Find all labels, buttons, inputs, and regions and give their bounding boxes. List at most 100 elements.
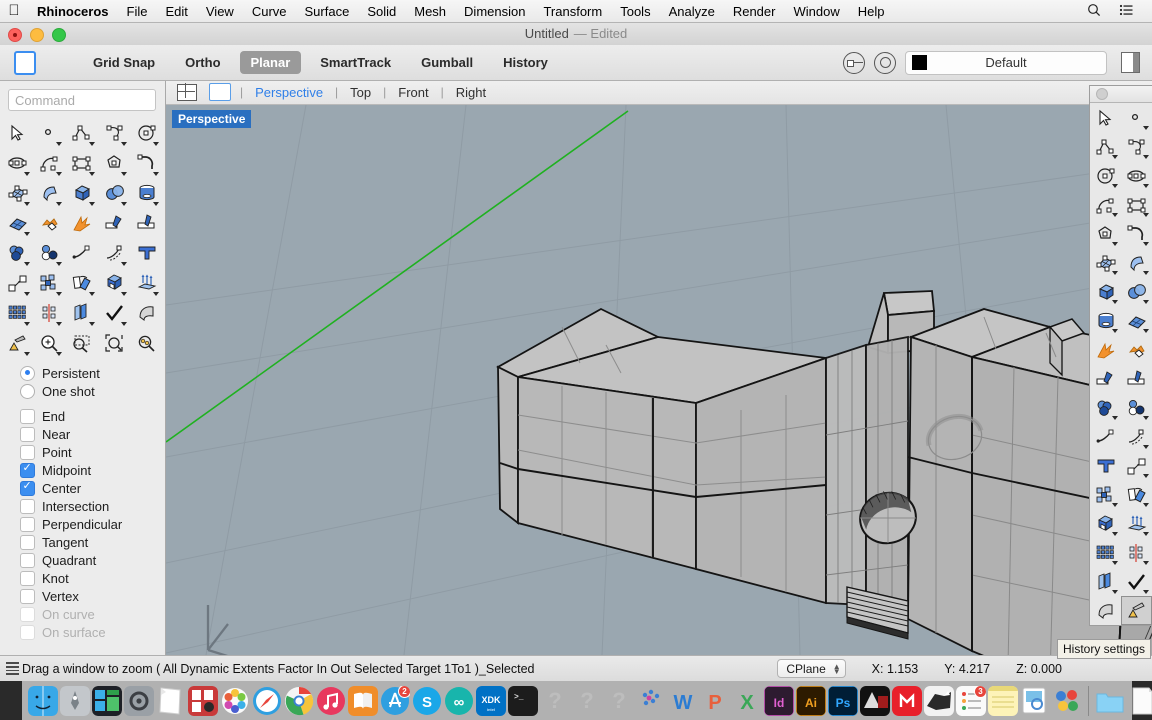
chrome-icon[interactable] <box>284 686 314 716</box>
menu-analyze[interactable]: Analyze <box>660 4 724 19</box>
rhinoceros-icon[interactable] <box>924 686 954 716</box>
palette-explode-tool[interactable] <box>1090 335 1121 364</box>
tab-right[interactable]: Right <box>453 85 489 100</box>
unknown-app-2-icon[interactable]: ? <box>572 686 602 716</box>
checkbox-perpendicular-icon[interactable] <box>20 517 35 532</box>
flyout-arrow-icon[interactable] <box>153 142 159 146</box>
fillet-curve-tool[interactable] <box>66 238 98 268</box>
flyout-arrow-icon[interactable] <box>1112 184 1118 188</box>
flyout-arrow-icon[interactable] <box>1143 242 1149 246</box>
photobooth-icon[interactable] <box>188 686 218 716</box>
safari-icon[interactable] <box>252 686 282 716</box>
flyout-arrow-icon[interactable] <box>1143 532 1149 536</box>
flyout-arrow-icon[interactable] <box>1143 474 1149 478</box>
illustrator-icon[interactable]: Ai <box>796 686 826 716</box>
toggle-ortho[interactable]: Ortho <box>174 51 231 74</box>
flyout-arrow-icon[interactable] <box>1143 445 1149 449</box>
skype-icon[interactable]: S <box>412 686 442 716</box>
toggle-grid-snap[interactable]: Grid Snap <box>82 51 166 74</box>
arduino-icon[interactable]: ∞ <box>444 686 474 716</box>
osnap-center[interactable]: Center <box>20 479 165 497</box>
array-tool[interactable] <box>2 298 34 328</box>
palette-rotate-tool[interactable] <box>1121 480 1152 509</box>
current-layer-selector[interactable]: Default <box>905 51 1107 75</box>
osnap-quadrant[interactable]: Quadrant <box>20 551 165 569</box>
sidebar-toggle-button[interactable] <box>14 51 36 75</box>
flyout-arrow-icon[interactable] <box>1143 155 1149 159</box>
tab-perspective[interactable]: Perspective <box>252 85 326 100</box>
flyout-arrow-icon[interactable] <box>1143 271 1149 275</box>
toggle-smarttrack[interactable]: SmartTrack <box>309 51 402 74</box>
flyout-arrow-icon[interactable] <box>89 202 95 206</box>
photos-icon[interactable] <box>220 686 250 716</box>
flyout-arrow-icon[interactable] <box>1143 126 1149 130</box>
flyout-arrow-icon[interactable] <box>56 202 62 206</box>
flyout-arrow-icon[interactable] <box>153 202 159 206</box>
unknown-app-1-icon[interactable]: ? <box>540 686 570 716</box>
flyout-arrow-icon[interactable] <box>89 142 95 146</box>
extrude-surface-tool[interactable] <box>34 178 66 208</box>
flyout-arrow-icon[interactable] <box>89 322 95 326</box>
palette-polygon-tool[interactable] <box>1090 219 1121 248</box>
single-view-icon[interactable] <box>209 83 231 101</box>
checkbox-tangent-icon[interactable] <box>20 535 35 550</box>
palette-polyline-tool[interactable] <box>1090 132 1121 161</box>
3d-viewport-canvas[interactable]: Perspective <box>166 105 1152 655</box>
palette-arc-tool[interactable] <box>1090 190 1121 219</box>
palette-curve-control-points-tool[interactable] <box>1121 132 1152 161</box>
osnap-perpendicular[interactable]: Perpendicular <box>20 515 165 533</box>
osnap-knot[interactable]: Knot <box>20 569 165 587</box>
palette-circle-tool[interactable] <box>1090 161 1121 190</box>
checkbox-midpoint-icon[interactable] <box>20 463 35 478</box>
palette-box-solid-tool[interactable] <box>1090 277 1121 306</box>
flyout-arrow-icon[interactable] <box>89 292 95 296</box>
palette-offset-curve-tool[interactable] <box>1121 422 1152 451</box>
viewport-name-label[interactable]: Perspective <box>172 110 251 128</box>
checkbox-near-icon[interactable] <box>20 427 35 442</box>
point-tool[interactable] <box>34 118 66 148</box>
palette-copy-tool[interactable] <box>1090 480 1121 509</box>
zoom-in-tool[interactable] <box>34 328 66 358</box>
flyout-arrow-icon[interactable] <box>1112 416 1118 420</box>
copy-tool[interactable] <box>34 268 66 298</box>
palette-surface-from-points-tool[interactable] <box>1090 248 1121 277</box>
palette-array-tool[interactable] <box>1090 538 1121 567</box>
checkbox-center-icon[interactable] <box>20 481 35 496</box>
downloads-folder-icon[interactable] <box>1095 686 1125 716</box>
curve-fillet-tool[interactable] <box>131 148 163 178</box>
flyout-arrow-icon[interactable] <box>56 322 62 326</box>
makerbot-icon[interactable] <box>892 686 922 716</box>
palette-extrude-surface-tool[interactable] <box>1121 248 1152 277</box>
flyout-arrow-icon[interactable] <box>1112 532 1118 536</box>
flyout-arrow-icon[interactable] <box>153 292 159 296</box>
flyout-arrow-icon[interactable] <box>1112 300 1118 304</box>
command-input[interactable]: Command <box>8 89 156 111</box>
osnap-near[interactable]: Near <box>20 425 165 443</box>
unknown-app-3-icon[interactable]: ? <box>604 686 634 716</box>
notes-icon[interactable] <box>988 686 1018 716</box>
mission-control-icon[interactable] <box>92 686 122 716</box>
excel-icon[interactable]: X <box>732 686 762 716</box>
palette-check-tool[interactable] <box>1121 567 1152 596</box>
flyout-arrow-icon[interactable] <box>121 202 127 206</box>
flyout-arrow-icon[interactable] <box>89 172 95 176</box>
osnap-tangent[interactable]: Tangent <box>20 533 165 551</box>
flyout-arrow-icon[interactable] <box>121 322 127 326</box>
palette-select-arrow-tool[interactable] <box>1090 103 1121 132</box>
osnap-intersection[interactable]: Intersection <box>20 497 165 515</box>
move-tool[interactable] <box>2 268 34 298</box>
shade-tool[interactable] <box>131 298 163 328</box>
autocad-icon[interactable] <box>860 686 890 716</box>
palette-ellipse-tool[interactable] <box>1121 161 1152 190</box>
document-stack-icon[interactable] <box>1127 686 1152 716</box>
four-view-icon[interactable] <box>177 84 197 101</box>
select-arrow-tool[interactable] <box>2 118 34 148</box>
osnap-point[interactable]: Point <box>20 443 165 461</box>
flyout-arrow-icon[interactable] <box>1143 561 1149 565</box>
palette-sphere-solid-tool[interactable] <box>1121 277 1152 306</box>
flyout-arrow-icon[interactable] <box>121 292 127 296</box>
menu-window[interactable]: Window <box>784 4 848 19</box>
status-menu-icon[interactable] <box>6 662 19 674</box>
flyout-arrow-icon[interactable] <box>24 322 30 326</box>
flyout-arrow-icon[interactable] <box>121 142 127 146</box>
